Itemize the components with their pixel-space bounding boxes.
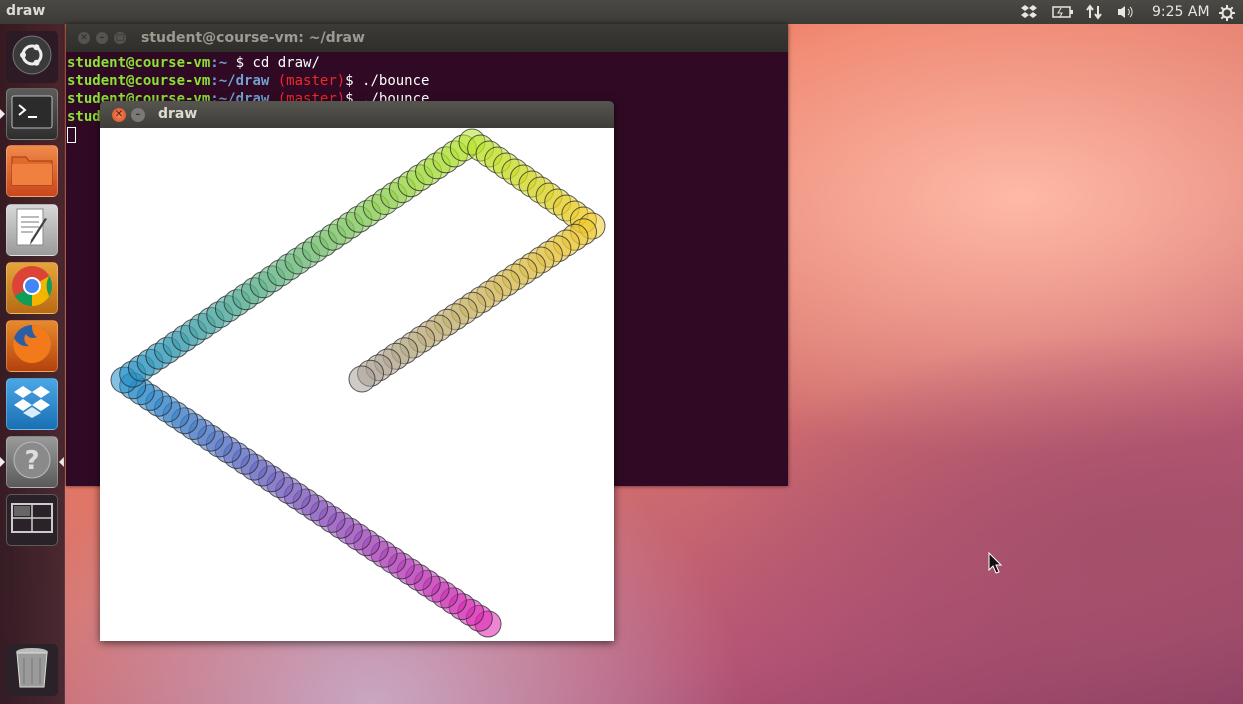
- dropbox-icon[interactable]: [1020, 4, 1038, 24]
- files-launcher[interactable]: [6, 145, 58, 197]
- terminal-line: student@course-vm:~ $ cd draw/: [67, 55, 320, 71]
- workspace-switcher-icon: [11, 503, 53, 537]
- network-icon[interactable]: [1086, 4, 1102, 24]
- terminal-launcher[interactable]: [6, 88, 58, 140]
- firefox-icon: [10, 322, 54, 370]
- firefox-launcher[interactable]: [6, 320, 58, 372]
- terminal-titlebar[interactable]: ✕ – □ student@course-vm: ~/draw: [66, 24, 788, 52]
- draw-canvas[interactable]: [100, 128, 614, 641]
- terminal-cursor: [67, 127, 76, 143]
- help-launcher[interactable]: ?: [6, 436, 58, 488]
- folder-icon: [10, 151, 54, 191]
- dropbox-icon: [12, 384, 52, 424]
- clock[interactable]: 9:25 AM: [1152, 4, 1210, 20]
- svg-text:?: ?: [24, 446, 39, 476]
- running-indicator: [0, 109, 5, 119]
- terminal-maximize-button[interactable]: □: [114, 32, 126, 44]
- dash-home-button[interactable]: [6, 31, 58, 83]
- draw-window[interactable]: ✕ – draw: [100, 101, 614, 641]
- mouse-pointer-icon: [988, 551, 1003, 578]
- draw-minimize-button[interactable]: –: [131, 108, 145, 122]
- trash-launcher[interactable]: [6, 644, 58, 696]
- dropbox-launcher[interactable]: [6, 378, 58, 430]
- draw-title: draw: [158, 106, 198, 122]
- terminal-close-button[interactable]: ✕: [78, 32, 90, 44]
- help-icon: ?: [12, 440, 52, 484]
- draw-titlebar[interactable]: ✕ – draw: [100, 101, 614, 128]
- text-editor-icon: [13, 207, 51, 253]
- ball: [348, 365, 376, 393]
- trash-icon: [14, 646, 50, 694]
- chrome-launcher[interactable]: [6, 262, 58, 314]
- text-editor-launcher[interactable]: [6, 204, 58, 256]
- running-indicator: [0, 457, 5, 467]
- battery-icon[interactable]: [1052, 4, 1074, 24]
- settings-gear-icon[interactable]: [1218, 4, 1236, 26]
- terminal-line: student@course-vm:~/draw (master)$ ./bou…: [67, 73, 430, 89]
- top-panel: draw 9:25 AM: [0, 0, 1243, 24]
- draw-close-button[interactable]: ✕: [112, 108, 126, 122]
- workspace-switcher-launcher[interactable]: [6, 494, 58, 546]
- active-app-title: draw: [6, 3, 46, 19]
- volume-icon[interactable]: [1116, 4, 1136, 24]
- chrome-icon: [10, 264, 54, 312]
- terminal-icon: [11, 95, 53, 133]
- terminal-minimize-button[interactable]: –: [96, 32, 108, 44]
- terminal-title: student@course-vm: ~/draw: [141, 30, 365, 46]
- ubuntu-logo-icon: [12, 35, 52, 79]
- focused-indicator: [59, 457, 64, 467]
- launcher: ?: [0, 24, 65, 704]
